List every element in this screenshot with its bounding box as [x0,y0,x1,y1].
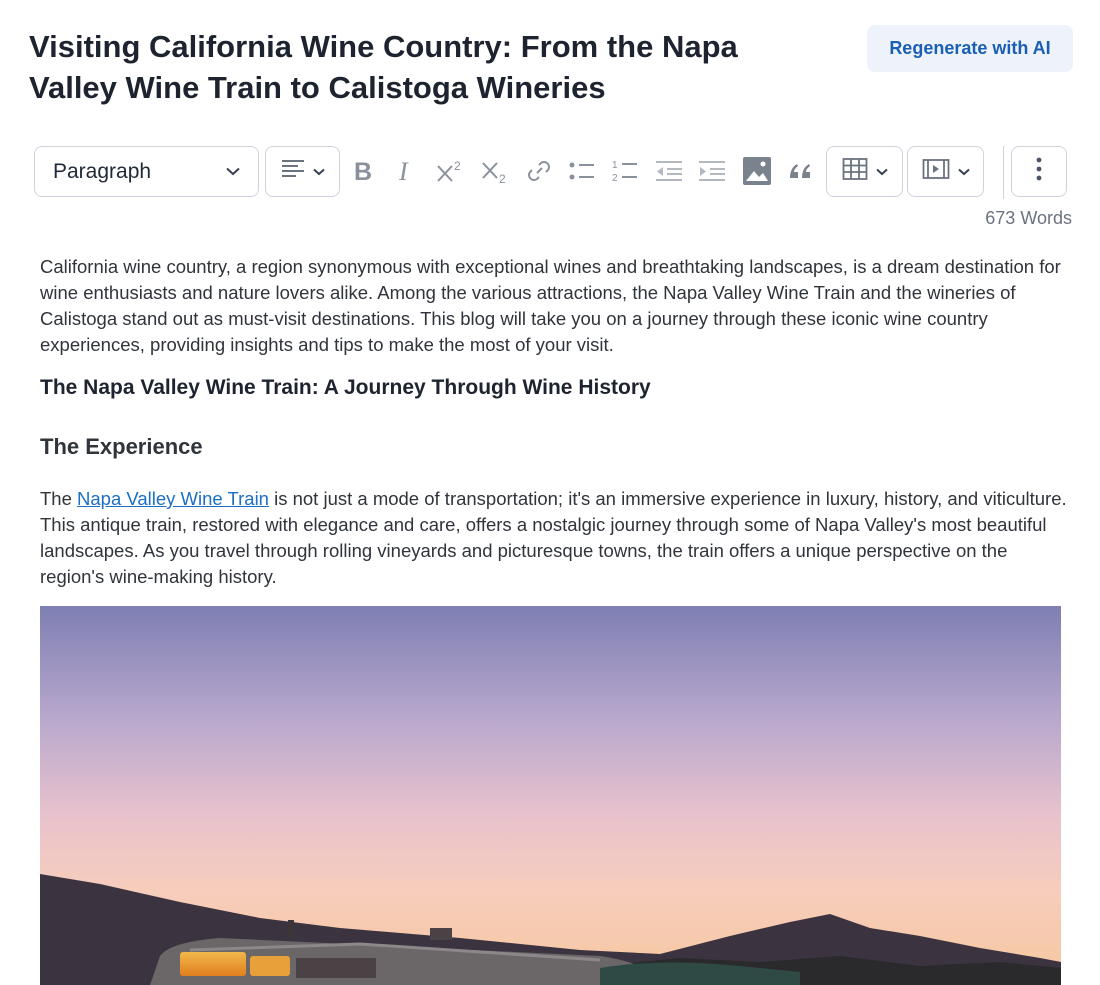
italic-icon[interactable]: I [390,154,424,188]
align-icon [281,159,305,184]
bulleted-list-icon[interactable] [565,154,599,188]
svg-text:1: 1 [612,160,618,171]
svg-text:2: 2 [612,173,618,184]
table-icon [842,157,868,186]
section-heading: The Napa Valley Wine Train: A Journey Th… [40,376,651,399]
regenerate-with-ai-button[interactable]: Regenerate with AI [867,25,1073,72]
page-title: Visiting California Wine Country: From t… [29,29,738,105]
chevron-down-icon [875,163,888,181]
subscript-icon[interactable]: 2 [479,154,513,188]
editor-content[interactable]: California wine country, a region synony… [40,254,1070,587]
subsection-heading: The Experience [40,434,203,459]
chevron-down-icon [226,163,240,181]
svg-text:2: 2 [499,172,506,185]
intro-paragraph: California wine country, a region synony… [40,256,1061,355]
svg-text:B: B [354,158,372,184]
editor-toolbar: Paragraph B I 2 2 12 [34,146,1068,199]
svg-text:2: 2 [454,159,461,173]
outdent-icon[interactable] [652,154,686,188]
more-options-button[interactable] [1011,146,1067,197]
link-icon[interactable] [522,154,556,188]
chevron-down-icon [957,163,970,181]
indent-icon[interactable] [695,154,729,188]
block-type-select[interactable]: Paragraph [34,146,259,197]
image-icon[interactable] [740,154,774,188]
media-dropdown[interactable] [907,146,984,197]
more-icon [1036,157,1042,186]
wine-train-photo [40,606,1061,985]
media-icon [922,158,950,185]
bold-icon[interactable]: B [347,154,381,188]
napa-valley-wine-train-link[interactable]: Napa Valley Wine Train [77,488,269,509]
superscript-icon[interactable]: 2 [434,154,468,188]
toolbar-divider [1003,146,1004,199]
numbered-list-icon[interactable]: 12 [608,154,642,188]
experience-paragraph: The Napa Valley Wine Train is not just a… [40,486,1070,590]
block-type-label: Paragraph [53,159,152,183]
chevron-down-icon [312,163,325,181]
table-dropdown[interactable] [826,146,903,197]
alignment-dropdown[interactable] [265,146,340,197]
paragraph-prefix: The [40,488,78,509]
word-count: 673 Words [985,208,1072,228]
blockquote-icon[interactable] [784,154,818,188]
svg-text:I: I [398,158,409,184]
